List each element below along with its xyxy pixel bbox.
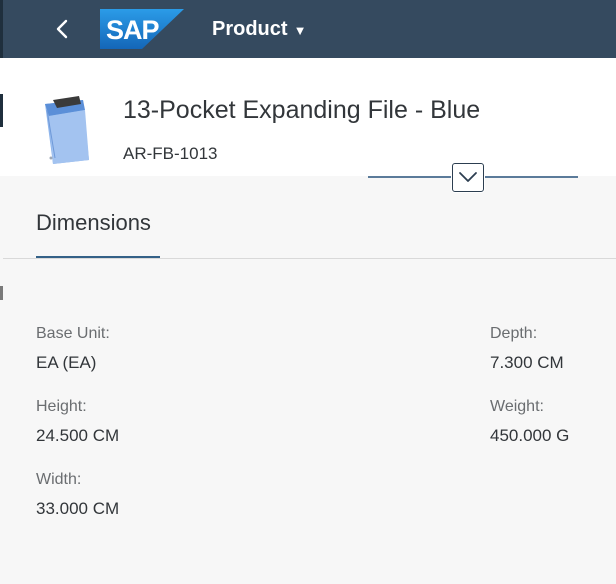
field-height: Height: 24.500 CM — [36, 397, 119, 446]
base-unit-label: Base Unit: — [36, 325, 110, 342]
depth-value: 7.300 CM — [490, 353, 564, 372]
field-depth: Depth: 7.300 CM — [490, 324, 564, 373]
chevron-left-icon — [56, 19, 68, 39]
width-label: Width: — [36, 471, 82, 488]
base-unit-value: EA (EA) — [36, 353, 97, 372]
object-header: 13-Pocket Expanding File - Blue AR-FB-10… — [3, 58, 616, 176]
sap-logo: SAP — [100, 9, 184, 49]
product-image — [45, 96, 89, 164]
app-title-menu[interactable]: Product ▼ — [212, 14, 306, 44]
depth-label: Depth: — [490, 325, 538, 342]
caret-down-icon: ▼ — [293, 22, 307, 38]
field-base-unit: Base Unit: EA (EA) — [36, 324, 110, 373]
app-title-label: Product — [212, 17, 288, 40]
field-width: Width: 33.000 CM — [36, 470, 119, 519]
product-id: AR-FB-1013 — [123, 144, 218, 163]
weight-value: 450.000 G — [490, 426, 570, 445]
back-button[interactable] — [45, 10, 83, 48]
weight-label: Weight: — [490, 398, 544, 415]
width-value: 33.000 CM — [36, 499, 120, 518]
tab-dimensions[interactable]: Dimensions — [36, 192, 160, 258]
chevron-down-icon — [459, 172, 477, 182]
field-weight: Weight: 450.000 G — [490, 397, 569, 446]
height-value: 24.500 CM — [36, 426, 120, 445]
shell-bar: SAP Product ▼ — [3, 0, 616, 58]
product-title: 13-Pocket Expanding File - Blue — [123, 96, 481, 124]
tab-dimensions-label: Dimensions — [36, 210, 151, 235]
collapse-header-button[interactable] — [452, 163, 484, 192]
height-label: Height: — [36, 398, 87, 415]
sap-logo-text: SAP — [106, 15, 160, 45]
section-tab-bar: Dimensions — [3, 192, 616, 259]
